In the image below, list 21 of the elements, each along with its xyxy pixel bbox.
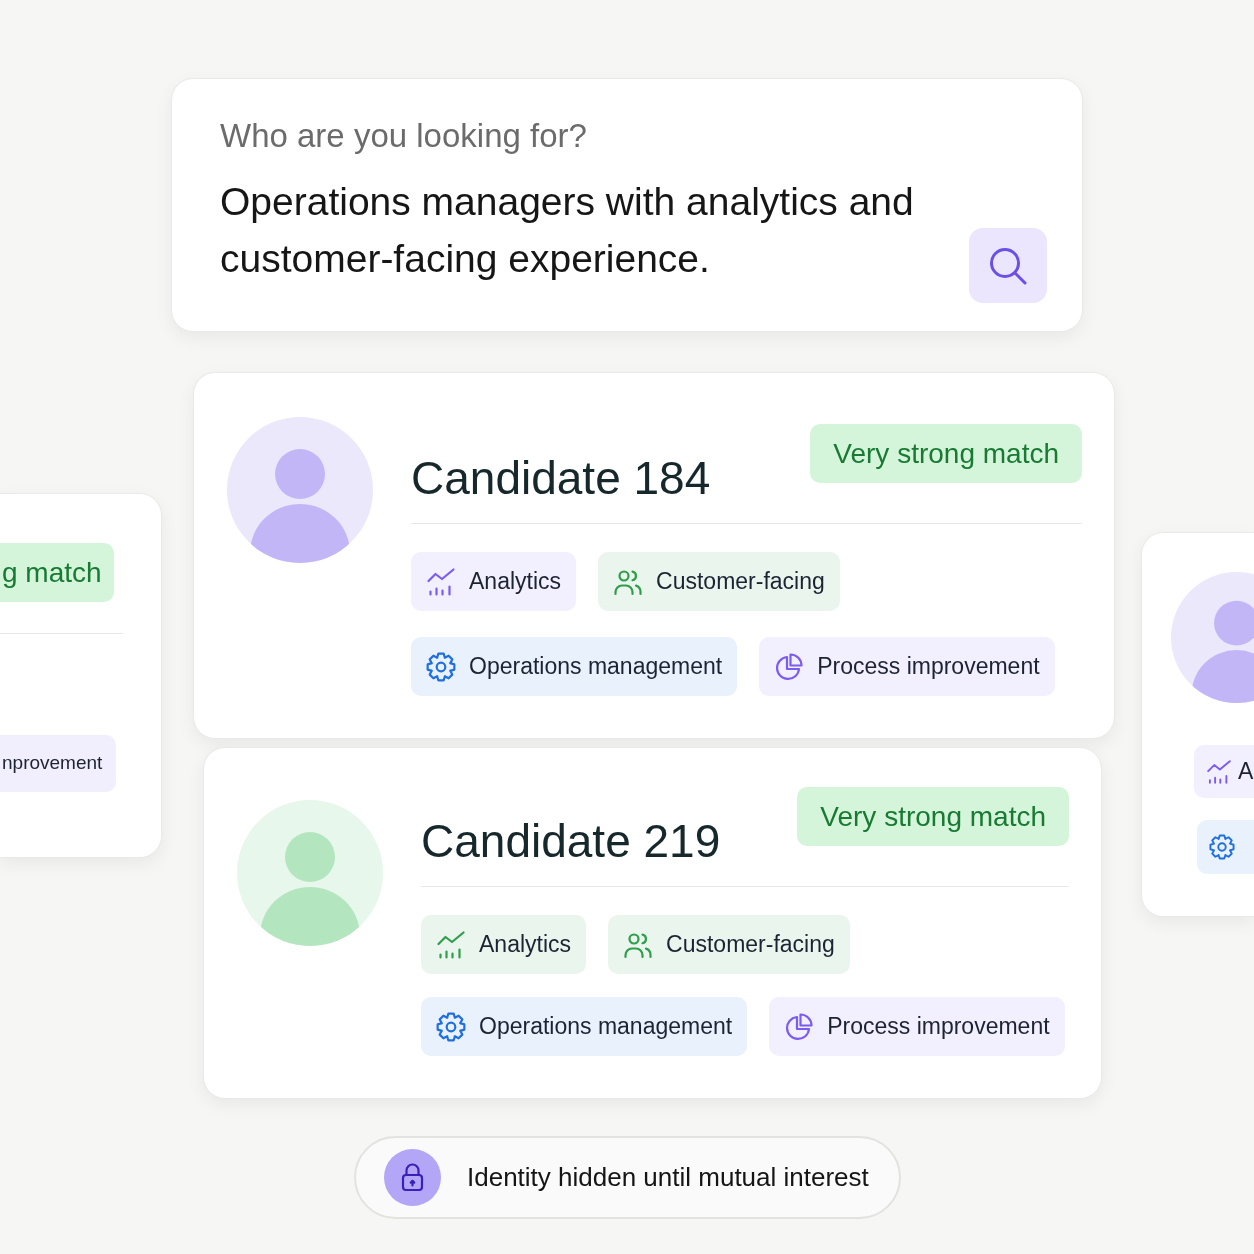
skill-label: Operations management (469, 652, 723, 682)
skill-label: nprovement (2, 751, 103, 776)
candidate-name: Candidate 184 (411, 451, 711, 506)
skill-label: Customer-facing (666, 930, 835, 960)
search-icon (989, 246, 1027, 285)
candidate-name: Candidate 219 (421, 814, 721, 869)
search-prompt-label: Who are you looking for? (220, 116, 588, 156)
match-badge: Very strong match (810, 424, 1082, 483)
search-button[interactable] (969, 228, 1047, 303)
skill-label: Process improvement (817, 652, 1040, 682)
skill-label: Analytics (469, 567, 562, 597)
match-badge: g match (0, 543, 114, 602)
privacy-notice-text: Identity hidden until mutual interest (467, 1161, 869, 1194)
skill-label: A (1238, 757, 1254, 787)
skill-label: Analytics (479, 930, 572, 960)
skill-label: Customer-facing (656, 567, 825, 597)
lock-icon (384, 1149, 441, 1206)
skill-label: Operations management (479, 1012, 733, 1042)
search-query-field[interactable]: Operations managers with analytics and customer-facing experience. (220, 173, 949, 287)
match-badge: Very strong match (797, 787, 1069, 846)
skill-label: Process improvement (827, 1012, 1050, 1042)
